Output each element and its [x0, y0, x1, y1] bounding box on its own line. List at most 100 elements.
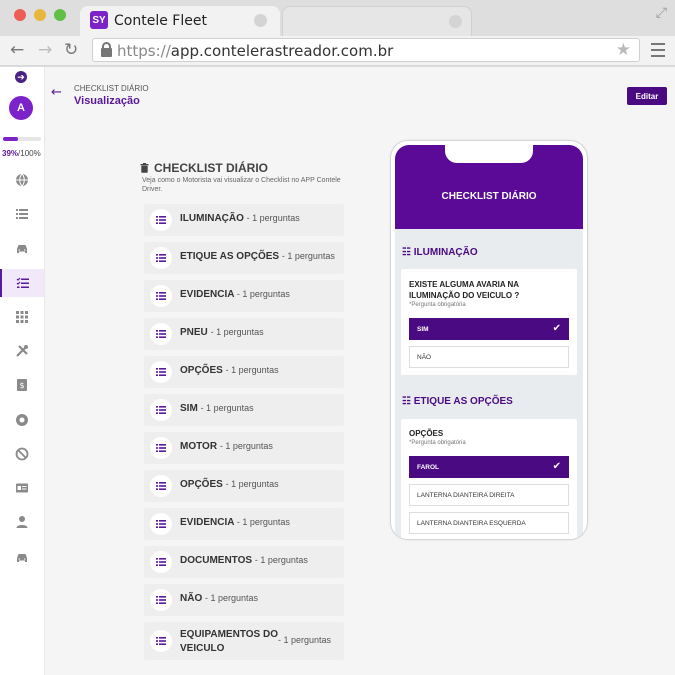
sidebar-item-map[interactable] [0, 166, 44, 194]
category-row[interactable]: OPÇÕES - 1 perguntas [144, 356, 344, 388]
setup-progress-text: 39%/100% [2, 149, 41, 158]
question-text: EXISTE ALGUMA AVARIA NA ILUMINAÇÃO DO VE… [409, 280, 520, 300]
car-icon [17, 554, 27, 562]
trash-icon [140, 163, 149, 173]
close-window-button[interactable] [14, 9, 26, 21]
sidebar-item-costs[interactable]: $ [0, 371, 44, 399]
back-icon[interactable]: ← [10, 40, 24, 60]
list-icon [150, 551, 172, 573]
sidebar-item-records[interactable] [0, 406, 44, 434]
tab-close-icon[interactable] [254, 14, 267, 27]
address-bar[interactable]: https://app.contelerastreador.com.br ★ [92, 38, 640, 62]
browser-toolbar: ← → ↻ https://app.contelerastreador.com.… [0, 36, 675, 66]
sidebar-item-maintenance[interactable] [0, 337, 44, 365]
category-row[interactable]: SIM - 1 perguntas [144, 394, 344, 426]
category-row[interactable]: EQUIPAMENTOS DO VEICULO - 1 perguntas [144, 622, 344, 660]
browser-tab-new[interactable] [282, 6, 472, 36]
sidebar-item-list[interactable] [0, 200, 44, 228]
phone-notch [445, 145, 533, 163]
category-count: - 1 perguntas [205, 593, 259, 603]
category-name: ILUMINAÇÃO - 1 perguntas [180, 213, 300, 224]
tools-icon [16, 345, 28, 357]
minimize-window-button[interactable] [34, 9, 46, 21]
category-row[interactable]: OPÇÕES - 1 perguntas [144, 470, 344, 502]
list-icon [150, 285, 172, 307]
category-count: - 1 perguntas [246, 213, 300, 223]
category-row[interactable]: PNEU - 1 perguntas [144, 318, 344, 350]
category-row[interactable]: DOCUMENTOS - 1 perguntas [144, 546, 344, 578]
category-name: NÃO - 1 perguntas [180, 593, 259, 604]
list-icon [150, 437, 172, 459]
category-row[interactable]: EVIDENCIA - 1 perguntas [144, 508, 344, 540]
sidebar-item-fleet[interactable] [0, 543, 44, 571]
sidebar-item-users[interactable] [0, 508, 44, 536]
list-icon [150, 323, 172, 345]
category-count: - 1 perguntas [281, 251, 335, 261]
category-row[interactable]: NÃO - 1 perguntas [144, 584, 344, 616]
list-icon [150, 513, 172, 535]
phone-header: CHECKLIST DIÁRIO [395, 145, 583, 229]
sidebar: ➔ A 39%/100% $ [0, 67, 45, 675]
reload-icon[interactable]: ↻ [64, 40, 78, 60]
avatar[interactable]: A [9, 96, 33, 120]
category-count: - 1 perguntas [210, 327, 264, 337]
fullscreen-icon[interactable]: ⤢ [656, 4, 667, 21]
browser-menu-icon[interactable] [651, 43, 665, 61]
category-name: EVIDENCIA - 1 perguntas [180, 289, 290, 300]
globe-icon [16, 173, 28, 187]
phone-section-title: ☷ ETIQUE AS OPÇÕES [402, 396, 513, 407]
list-icon [150, 399, 172, 421]
sidebar-item-checklist[interactable] [0, 269, 44, 297]
app-logo-icon: SY [90, 11, 108, 29]
page-header: ← CHECKLIST DIÁRIO Visualização Editar [45, 67, 675, 125]
sidebar-item-drivers-card[interactable] [0, 474, 44, 502]
breadcrumb: CHECKLIST DIÁRIO [74, 84, 149, 93]
required-note: *Pergunta obrigatória [409, 440, 466, 446]
category-count: - 1 perguntas [254, 555, 308, 565]
category-name: SIM - 1 perguntas [180, 403, 254, 414]
category-name: OPÇÕES - 1 perguntas [180, 479, 279, 490]
lock-icon [101, 42, 112, 57]
maximize-window-button[interactable] [54, 9, 66, 21]
forward-icon[interactable]: → [38, 40, 52, 60]
answer-option[interactable]: NÃO [409, 346, 569, 368]
page-title: Visualização [74, 95, 140, 107]
answer-option[interactable]: FAROL ✔ [409, 456, 569, 478]
car-icon [17, 245, 27, 253]
category-count: - 1 perguntas [236, 517, 290, 527]
sidebar-item-vehicles[interactable] [0, 234, 44, 262]
category-row[interactable]: EVIDENCIA - 1 perguntas [144, 280, 344, 312]
answer-option[interactable]: LANTERNA DIANTEIRA DIREITA [409, 484, 569, 506]
expand-sidebar-icon[interactable]: ➔ [15, 71, 27, 83]
category-count: - 1 perguntas [225, 365, 279, 375]
answer-option[interactable]: LANTERNA DIANTEIRA ESQUERDA [409, 512, 569, 534]
back-arrow-icon[interactable]: ← [51, 85, 62, 100]
sidebar-item-grid[interactable] [0, 303, 44, 331]
bookmark-star-icon[interactable]: ★ [616, 40, 631, 60]
sidebar-item-blocked[interactable] [0, 440, 44, 468]
check-icon: ✔ [552, 461, 561, 472]
checklist-description: Veja como o Motorista vai visualizar o C… [142, 177, 341, 193]
tab-close-icon[interactable] [449, 15, 462, 28]
category-row[interactable]: MOTOR - 1 perguntas [144, 432, 344, 464]
check-icon: ✔ [552, 323, 561, 334]
browser-titlebar: SY Contele Fleet ⤢ [0, 0, 675, 36]
category-name: MOTOR - 1 perguntas [180, 441, 273, 452]
category-name: DOCUMENTOS - 1 perguntas [180, 555, 308, 566]
question-card: OPÇÕES *Pergunta obrigatória FAROL ✔ LANT… [401, 419, 577, 539]
record-icon [16, 414, 28, 426]
tab-title: Contele Fleet [114, 13, 207, 29]
setup-progress-bar [3, 137, 41, 141]
edit-button[interactable]: Editar [627, 87, 667, 105]
list-icon [16, 209, 28, 219]
phone-body: ☷ ILUMINAÇÃO EXISTE ALGUMA AVARIA NA ILU… [395, 229, 583, 539]
answer-option[interactable]: SIM ✔ [409, 318, 569, 340]
browser-tab-active[interactable]: SY Contele Fleet [80, 6, 280, 36]
phone-preview: CHECKLIST DIÁRIO ☷ ILUMINAÇÃO EXISTE ALG… [390, 140, 588, 540]
category-count: - 1 perguntas [200, 403, 254, 413]
question-card: EXISTE ALGUMA AVARIA NA ILUMINAÇÃO DO VE… [401, 269, 577, 375]
category-row[interactable]: ILUMINAÇÃO - 1 perguntas [144, 204, 344, 236]
block-icon [15, 447, 29, 461]
list-icon [150, 247, 172, 269]
category-row[interactable]: ETIQUE AS OPÇÕES - 1 perguntas [144, 242, 344, 274]
